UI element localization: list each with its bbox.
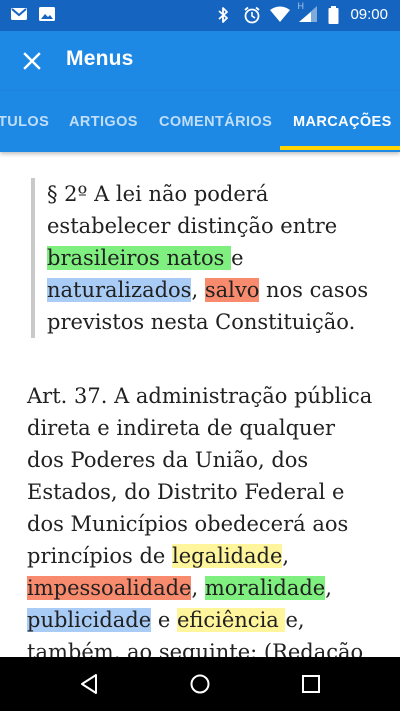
highlight-green[interactable]: moralidade <box>204 576 326 600</box>
wifi-icon <box>270 6 291 22</box>
signal-icon: H <box>297 1 319 23</box>
home-icon <box>190 674 210 694</box>
text-segment: previstos nesta Constituição. <box>47 310 356 334</box>
image-icon <box>38 6 56 22</box>
status-time: 09:00 <box>350 5 388 23</box>
bluetooth-icon <box>216 6 234 23</box>
tab-marcacoes[interactable]: MARCAÇÕES <box>293 91 392 152</box>
tab-titulos[interactable]: TULOS <box>0 91 49 152</box>
alarm-icon <box>243 6 261 24</box>
tab-active-indicator <box>280 146 400 150</box>
quote-line: estabelecer distinção entre <box>47 210 376 242</box>
text-segment: nos casos <box>259 278 369 302</box>
highlight-orange[interactable]: impessoalidade <box>27 576 192 600</box>
back-icon <box>81 674 97 694</box>
app-title: Menus <box>66 47 134 70</box>
highlight-yellow[interactable]: eficiência <box>176 608 286 632</box>
quote-line: naturalizados, salvo nos casos <box>47 274 376 306</box>
text-segment: , <box>325 576 332 600</box>
home-button[interactable] <box>185 670 215 698</box>
article-line: dos Poderes da União, dos <box>27 444 382 476</box>
text-segment: também, ao seguinte: (Redação <box>27 640 364 657</box>
text-segment: , <box>191 576 205 600</box>
battery-icon <box>328 6 339 24</box>
highlight-green[interactable]: brasileiros natos <box>47 246 232 270</box>
text-segment: , <box>282 544 290 568</box>
status-right-icons: H 09:00 <box>216 1 388 24</box>
recents-icon <box>302 675 320 693</box>
article-line: dos Municípios obedecerá aos <box>27 508 382 540</box>
article-line: Art. 37. A administração pública <box>27 380 382 412</box>
text-segment: § 2º A lei não poderá <box>47 182 269 206</box>
close-icon <box>23 52 41 70</box>
text-segment: e <box>151 608 177 632</box>
article-line: Estados, do Distrito Federal e <box>27 476 382 508</box>
text-segment: e, <box>285 608 305 632</box>
text-segment: e <box>231 246 244 270</box>
text-segment: estabelecer distinção entre <box>47 214 338 238</box>
text-segment: Art. 37. A administração pública <box>27 384 373 408</box>
back-button[interactable] <box>74 670 104 698</box>
content-area[interactable]: § 2º A lei não poderá estabelecer distinç… <box>0 152 400 657</box>
app-bar: Menus <box>0 31 400 91</box>
tab-comentarios[interactable]: COMENTÁRIOS <box>159 91 272 152</box>
quote-line: brasileiros natos e <box>47 242 376 274</box>
article-line: direta e indireta de qualquer <box>27 412 382 444</box>
highlight-orange[interactable]: salvo <box>204 278 260 302</box>
highlight-yellow[interactable]: legalidade <box>172 544 283 568</box>
navigation-bar <box>0 657 400 711</box>
tab-bar: TULOS ARTIGOS COMENTÁRIOS MARCAÇÕES <box>0 91 400 152</box>
quote-line: previstos nesta Constituição. <box>47 306 376 338</box>
quoted-paragraph: § 2º A lei não poderá estabelecer distinç… <box>31 178 376 338</box>
close-button[interactable] <box>14 43 50 79</box>
recents-button[interactable] <box>296 670 326 698</box>
article-line: publicidade e eficiência e, <box>27 604 382 636</box>
gmail-icon <box>10 6 28 22</box>
text-segment: dos Municípios obedecerá aos <box>27 512 349 536</box>
tab-artigos[interactable]: ARTIGOS <box>69 91 138 152</box>
text-segment: Estados, do Distrito Federal e <box>27 480 345 504</box>
text-segment: direta e indireta de qualquer <box>27 416 336 440</box>
highlight-blue[interactable]: naturalizados <box>47 278 192 302</box>
status-bar: H 09:00 <box>0 0 400 31</box>
signal-h-label: H <box>297 1 304 11</box>
article-line: impessoalidade, moralidade, <box>27 572 382 604</box>
article-paragraph: Art. 37. A administração pública direta e… <box>27 380 382 657</box>
status-left-icons <box>10 6 56 22</box>
article-line: também, ao seguinte: (Redação <box>27 636 382 657</box>
quote-line: § 2º A lei não poderá <box>47 178 376 210</box>
text-segment: dos Poderes da União, dos <box>27 448 309 472</box>
text-segment: , <box>191 278 205 302</box>
text-segment: princípios de <box>27 544 173 568</box>
highlight-blue[interactable]: publicidade <box>27 608 152 632</box>
article-line: princípios de legalidade, <box>27 540 382 572</box>
